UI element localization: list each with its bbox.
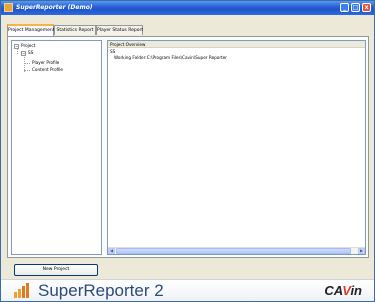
minimize-button[interactable]: _ [340,3,349,12]
tab-project-management[interactable]: Project Management [7,24,54,36]
footer-banner: SuperReporter 2 CAVin [1,279,374,301]
working-folder-row: Working Folder:C:\Program Files\Cavin\Su… [114,55,227,61]
scrollbar-thumb[interactable] [116,248,351,254]
tree-node-player-profile[interactable]: Player Profile [32,60,59,66]
tab-player-status-report[interactable]: Player Status Report [96,25,143,35]
brand-name: SuperReporter 2 [38,281,164,300]
project-management-panel: − Project − SS Player Profile Content Prof… [7,36,369,258]
working-folder-value: C:\Program Files\Cavin\Super Reporter [146,55,228,60]
company-logo-suffix: in [350,283,362,298]
project-tree[interactable]: − Project − SS Player Profile Content Prof… [11,40,102,255]
tree-node-content-profile[interactable]: Content Profile [32,67,63,73]
company-logo-prefix: CA [324,283,343,298]
scroll-left-icon[interactable]: ◀ [108,248,115,254]
app-window: SuperReporter (Demo) _ □ x Project Manag… [0,0,375,302]
collapse-icon[interactable]: − [21,50,26,56]
bar-chart-logo-icon [14,283,31,298]
horizontal-scrollbar[interactable]: ◀ ▶ [108,247,365,254]
maximize-button[interactable]: □ [351,3,360,12]
tree-node-ss[interactable]: − SS [21,50,33,56]
working-folder-label: Working Folder: [114,55,147,60]
tree-connector [17,49,18,54]
tree-node-label: Project [21,43,36,48]
project-overview-panel: Project Overview SS Working Folder:C:\Pr… [107,40,366,255]
tree-node-label: SS [28,50,34,55]
company-logo: CAVin [324,284,362,298]
collapse-icon[interactable]: − [14,43,19,49]
tab-statistics-report[interactable]: Statistics Report [54,25,96,35]
title-bar[interactable]: SuperReporter (Demo) _ □ x [1,1,374,15]
window-title: SuperReporter (Demo) [16,4,93,11]
scroll-right-icon[interactable]: ▶ [358,248,365,254]
tree-node-project[interactable]: − Project [14,43,35,49]
tree-connector [24,70,30,71]
close-button[interactable]: x [362,3,371,12]
app-icon [4,3,13,12]
tree-connector [24,63,30,64]
new-project-button[interactable]: New Project [14,264,98,276]
overview-header: Project Overview [108,41,365,48]
